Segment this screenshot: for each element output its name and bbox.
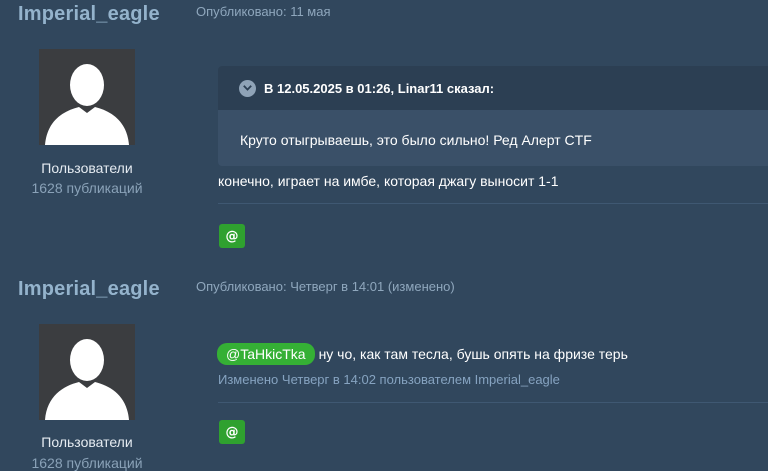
user-silhouette-icon <box>45 64 129 145</box>
divider <box>218 402 768 403</box>
mention-button[interactable]: @ <box>219 224 245 248</box>
chevron-down-icon[interactable] <box>239 79 256 97</box>
post-count-label: 1628 публикаций <box>31 180 143 196</box>
avatar[interactable] <box>39 49 135 145</box>
quote-text: Круто отыгрываешь, это было сильно! Ред … <box>240 132 592 148</box>
user-silhouette-icon <box>45 339 129 420</box>
avatar[interactable] <box>39 324 135 420</box>
edited-note: Изменено Четверг в 14:02 пользователем I… <box>218 372 560 387</box>
divider <box>218 203 768 204</box>
quote-block: В 12.05.2025 в 01:26, Linar11 сказал: Кр… <box>218 66 768 166</box>
post-date[interactable]: Опубликовано: Четверг в 14:01 (изменено) <box>196 279 455 294</box>
user-group-label: Пользователи <box>41 160 133 176</box>
post-author-link[interactable]: Imperial_eagle <box>18 3 160 26</box>
quote-author-text[interactable]: В 12.05.2025 в 01:26, Linar11 сказал: <box>264 81 494 96</box>
post-count-label: 1628 публикаций <box>31 455 143 471</box>
mention-button[interactable]: @ <box>219 420 245 444</box>
user-mention-tag[interactable]: @TaHkicTka <box>217 343 315 365</box>
post-date[interactable]: Опубликовано: 11 мая <box>196 4 331 19</box>
post-content: конечно, играет на имбе, которая джагу в… <box>218 173 559 189</box>
user-group-label: Пользователи <box>41 434 133 450</box>
post-text: ну чо, как там тесла, бушь опять на фриз… <box>318 346 628 362</box>
post-author-link[interactable]: Imperial_eagle <box>18 278 160 301</box>
post-content: @TaHkicTka ну чо, как там тесла, бушь оп… <box>217 343 628 365</box>
quote-header[interactable]: В 12.05.2025 в 01:26, Linar11 сказал: <box>218 66 768 110</box>
